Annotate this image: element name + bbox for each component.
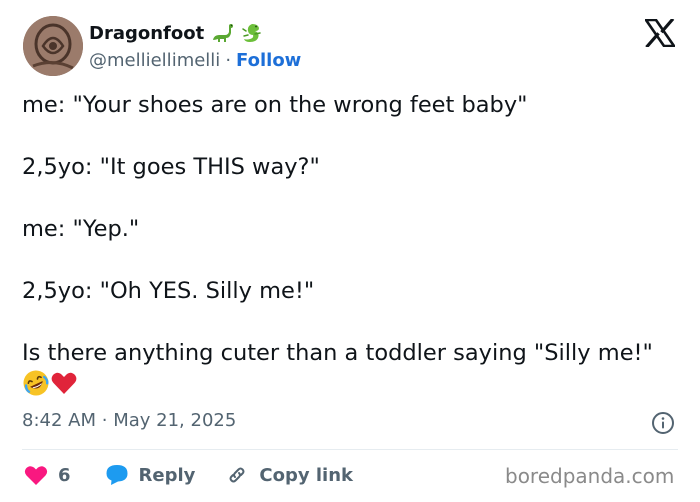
- link-icon: [229, 467, 245, 483]
- watermark: boredpanda.com: [505, 464, 675, 488]
- tweet-time: 8:42 AM: [22, 410, 96, 431]
- action-bar: 6 Reply Copy link: [24, 460, 379, 490]
- x-logo-icon[interactable]: [645, 19, 675, 47]
- author-name-row: Dragonfoot: [89, 20, 264, 46]
- like-button[interactable]: 6: [24, 464, 71, 486]
- avatar-photo: [23, 16, 83, 76]
- reply-bubble-icon: [106, 465, 128, 485]
- sauropod-emoji: [210, 21, 234, 45]
- tweet-line: me: "Your shoes are on the wrong feet ba…: [22, 92, 528, 118]
- reply-button[interactable]: Reply: [105, 464, 196, 486]
- divider: [22, 449, 678, 450]
- author-display-name[interactable]: Dragonfoot: [89, 23, 204, 44]
- red-heart-emoji: [50, 369, 78, 397]
- tweet-line: me: "Yep.": [22, 216, 140, 242]
- timestamp[interactable]: 8:42 AM · May 21, 2025: [22, 410, 236, 431]
- tweet-line: Is there anything cuter than a toddler s…: [22, 340, 653, 366]
- tweet-date: May 21, 2025: [113, 410, 237, 431]
- lizard-emoji: [240, 21, 264, 45]
- author-handle[interactable]: @melliellimelli: [89, 50, 220, 71]
- rolling-laughing-emoji: [22, 369, 50, 397]
- reply-label: Reply: [138, 464, 196, 486]
- follow-button[interactable]: Follow: [236, 50, 301, 71]
- author-handle-row: @melliellimelli · Follow: [89, 48, 301, 72]
- avatar[interactable]: [23, 16, 83, 76]
- copy-link-label: Copy link: [259, 464, 353, 486]
- tweet-text: me: "Your shoes are on the wrong feet ba…: [22, 90, 682, 400]
- timestamp-separator: ·: [101, 410, 108, 431]
- copy-link-button[interactable]: Copy link: [225, 463, 353, 487]
- info-icon[interactable]: [651, 411, 675, 435]
- tweet-line: 2,5yo: "Oh YES. Silly me!": [22, 278, 315, 304]
- heart-icon: [24, 466, 48, 485]
- handle-separator: ·: [225, 49, 232, 71]
- likes-count: 6: [58, 464, 71, 486]
- tweet-card: Dragonfoot @melliellimelli · Follow me: …: [0, 0, 700, 502]
- tweet-line-last: Is there anything cuter than a toddler s…: [22, 338, 682, 400]
- tweet-line: 2,5yo: "It goes THIS way?": [22, 154, 320, 180]
